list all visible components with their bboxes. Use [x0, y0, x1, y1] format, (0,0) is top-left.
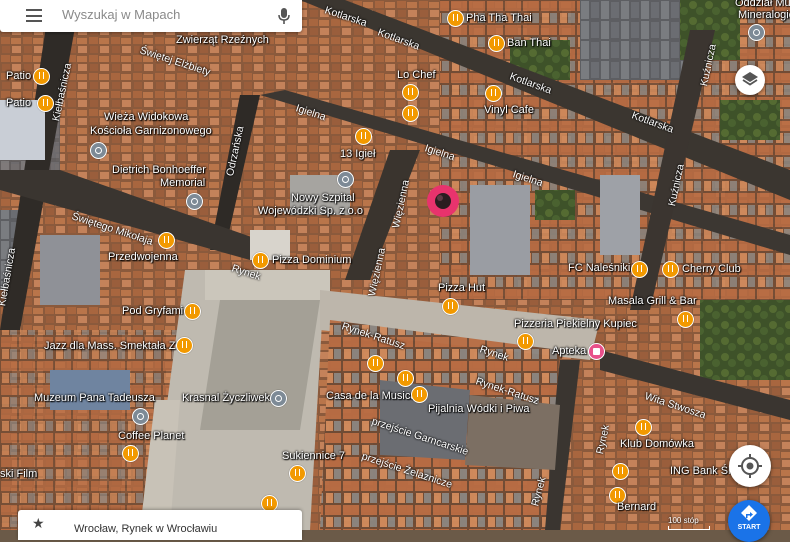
restaurant-icon[interactable] — [612, 463, 629, 480]
place-label[interactable]: Dietrich Bonhoeffer — [112, 164, 206, 176]
bar-icon[interactable] — [289, 465, 306, 482]
place-card-title: Wrocław, Rynek w Wrocławiu — [74, 523, 218, 535]
place-label[interactable]: Ban Thai — [507, 37, 551, 49]
place-label[interactable]: FC Naleśniki — [568, 262, 630, 274]
place-info-card[interactable]: ★ Wrocław, Rynek w Wrocławiu — [18, 510, 302, 540]
place-label[interactable]: Masala Grill & Bar — [608, 295, 697, 307]
place-label[interactable]: Pha Tha Thai — [466, 12, 532, 24]
my-location-button[interactable] — [729, 445, 771, 487]
restaurant-icon[interactable] — [158, 232, 175, 249]
restaurant-icon[interactable] — [184, 303, 201, 320]
place-label[interactable]: Lo Chef — [397, 69, 436, 81]
hamburger-menu-icon[interactable] — [26, 9, 42, 22]
place-label[interactable]: Jazz dla Mass. Smektała Z — [44, 340, 175, 352]
place-label[interactable]: Apteka — [552, 345, 586, 357]
place-label[interactable]: Zwierząt Rzeźnych — [176, 34, 269, 46]
search-bar[interactable]: Wyszukaj w Mapach — [0, 0, 302, 32]
landmark-icon[interactable] — [270, 390, 287, 407]
place-label[interactable]: Klub Domówka — [620, 438, 694, 450]
start-directions-button[interactable]: START — [728, 500, 770, 542]
place-label[interactable]: Memorial — [160, 177, 205, 189]
hospital-icon[interactable] — [337, 171, 354, 188]
cafe-icon[interactable] — [122, 445, 139, 462]
place-label[interactable]: Muzeum Pana Tadeusza — [34, 392, 155, 404]
place-label[interactable]: Kościoła Garnizonowego — [90, 125, 212, 137]
bar-icon[interactable] — [635, 419, 652, 436]
restaurant-icon[interactable] — [33, 68, 50, 85]
place-label[interactable]: Coffee Planet — [118, 430, 184, 442]
bar-icon[interactable] — [662, 261, 679, 278]
restaurant-icon[interactable] — [677, 311, 694, 328]
place-label[interactable]: Krasnal Życzliwek — [182, 392, 270, 404]
place-label[interactable]: Pod Gryfami — [122, 305, 183, 317]
restaurant-icon[interactable] — [631, 261, 648, 278]
museum-icon[interactable] — [132, 408, 149, 425]
place-label[interactable]: Nowy Szpital — [291, 192, 355, 204]
restaurant-icon[interactable] — [442, 298, 459, 315]
place-label[interactable]: Patio — [6, 70, 31, 82]
place-label[interactable]: ski Film — [0, 468, 37, 480]
map-scale-bar — [668, 526, 710, 530]
bar-icon[interactable] — [367, 355, 384, 372]
pharmacy-icon[interactable] — [588, 343, 605, 360]
place-label[interactable]: Pijalnia Wódki i Piwa — [428, 403, 529, 415]
church-icon[interactable] — [90, 142, 107, 159]
cafe-icon[interactable] — [485, 85, 502, 102]
my-location-icon — [738, 454, 762, 478]
bar-icon[interactable] — [397, 370, 414, 387]
place-label[interactable]: Bernard — [617, 501, 656, 513]
bar-icon[interactable] — [176, 337, 193, 354]
place-label[interactable]: Wojewódzki Sp. z o.o — [258, 205, 363, 217]
restaurant-icon[interactable] — [355, 128, 372, 145]
place-label[interactable]: Casa de la Musica — [326, 390, 417, 402]
place-label[interactable]: Oddział Muz — [735, 0, 790, 9]
place-label[interactable]: Wieża Widokowa — [104, 111, 188, 123]
monument-icon[interactable] — [186, 193, 203, 210]
place-label[interactable]: Sukiennice 7 — [282, 450, 345, 462]
star-icon: ★ — [32, 515, 45, 531]
place-label[interactable]: ING Bank Śl — [670, 465, 731, 477]
museum-icon[interactable] — [748, 24, 765, 41]
place-label[interactable]: Patio — [6, 97, 31, 109]
restaurant-icon[interactable] — [402, 105, 419, 122]
place-label[interactable]: Vinyl Cafe — [484, 104, 534, 116]
directions-icon — [741, 505, 757, 521]
restaurant-icon[interactable] — [402, 84, 419, 101]
map-scale-label: 100 stóp — [668, 516, 699, 525]
restaurant-icon[interactable] — [488, 35, 505, 52]
restaurant-icon[interactable] — [37, 95, 54, 112]
place-label[interactable]: 13 Igieł — [340, 148, 375, 160]
layers-button[interactable] — [735, 65, 765, 95]
restaurant-icon[interactable] — [447, 10, 464, 27]
place-label[interactable]: Pizza Hut — [438, 282, 485, 294]
layers-icon — [742, 72, 758, 86]
place-label[interactable]: Pizza Dominium — [272, 254, 351, 266]
place-label[interactable]: Przedwojenna — [108, 251, 178, 263]
restaurant-icon[interactable] — [517, 333, 534, 350]
place-label[interactable]: Cherry Club — [682, 263, 741, 275]
place-label[interactable]: Mineralogic — [738, 9, 790, 21]
map-pin-icon[interactable] — [425, 183, 461, 219]
microphone-icon[interactable] — [277, 7, 291, 25]
restaurant-icon[interactable] — [252, 252, 269, 269]
search-input[interactable]: Wyszukaj w Mapach — [62, 0, 180, 32]
place-label[interactable]: Pizzeria Piekielny Kupiec — [514, 318, 637, 330]
bar-icon[interactable] — [411, 386, 428, 403]
